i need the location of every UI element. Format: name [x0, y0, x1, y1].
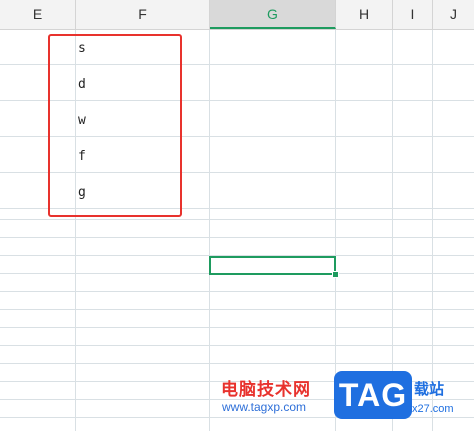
- grid-line: [209, 30, 210, 431]
- column-header-h[interactable]: H: [336, 0, 393, 29]
- grid-line: [0, 327, 474, 328]
- column-header-f[interactable]: F: [76, 0, 210, 29]
- grid-line: [335, 30, 336, 431]
- grid-line: [0, 345, 474, 346]
- column-header-i[interactable]: I: [393, 0, 433, 29]
- watermark-url: www.tagxp.com: [222, 400, 307, 414]
- grid-line: [0, 363, 474, 364]
- column-header-row: E F G H I J: [0, 0, 474, 30]
- watermark-text: 电脑技术网: [221, 380, 311, 400]
- column-header-g[interactable]: G: [210, 0, 336, 29]
- watermark-text: 载站: [414, 380, 445, 398]
- highlight-box: [48, 34, 182, 217]
- watermark-logo: TAG: [334, 371, 412, 419]
- grid-line: [0, 237, 474, 238]
- column-header-e[interactable]: E: [0, 0, 76, 29]
- active-cell[interactable]: [209, 256, 336, 275]
- grid-line: [0, 291, 474, 292]
- watermark-url: x27.com: [412, 403, 454, 415]
- fill-handle[interactable]: [332, 271, 339, 278]
- grid-line: [0, 219, 474, 220]
- column-header-j[interactable]: J: [433, 0, 474, 29]
- grid-line: [432, 30, 433, 431]
- grid-line: [0, 309, 474, 310]
